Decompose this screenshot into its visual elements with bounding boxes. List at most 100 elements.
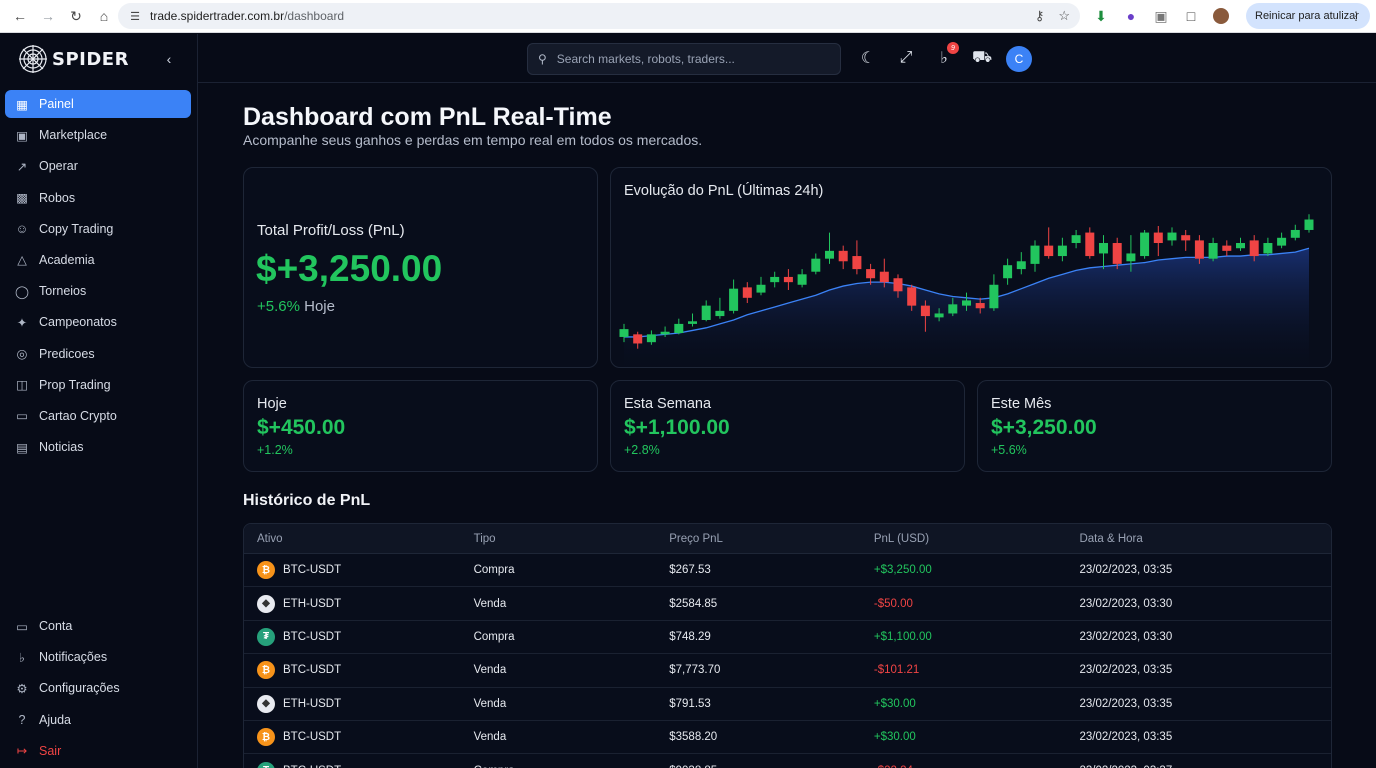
column-header[interactable]: Tipo	[461, 533, 657, 545]
password-key-icon[interactable]: ⚷	[1035, 8, 1045, 24]
sidebar-item-marketplace[interactable]: ▣ Marketplace	[5, 121, 191, 149]
sidebar-item-noticias[interactable]: ▤ Noticias	[5, 433, 191, 461]
total-pnl-card: Total Profit/Loss (PnL) $+3,250.00 +5.6%…	[243, 167, 598, 368]
candle-body-down	[975, 303, 985, 309]
table-row[interactable]: ₿ BTC-USDT Compra $267.53 +$3,250.00 23/02/20…	[244, 554, 1331, 588]
sidebar-item-ajuda[interactable]: ? Ajuda	[5, 706, 191, 734]
cell-asset: ◆ ETH-USDT	[244, 594, 461, 613]
sidebar-item-sair[interactable]: ↦ Sair	[5, 737, 191, 765]
notifications-bell-icon[interactable]: ♭ 9	[934, 42, 959, 70]
download-icon[interactable]: ⬇	[1092, 7, 1110, 25]
table-row[interactable]: ◆ ETH-USDT Venda $2584.85 -$50.00 23/02/2023,…	[244, 587, 1331, 621]
collapse-sidebar-icon[interactable]: ‹	[160, 50, 178, 68]
extensions-puzzle-icon[interactable]: □	[1182, 7, 1200, 25]
table-row[interactable]: ◆ ETH-USDT Venda $791.53 +$30.00 23/02/2023, …	[244, 688, 1331, 721]
table-row[interactable]: ₮ BTC-USDT Compra$9038.85-$22.2423/02/2023…	[244, 754, 1331, 768]
cell-price: $267.53	[669, 564, 711, 577]
site-settings-icon[interactable]: ☰	[128, 9, 142, 23]
more-menu-icon[interactable]: ⋮	[1350, 9, 1362, 23]
candle	[729, 279, 739, 314]
column-header[interactable]: Ativo	[244, 533, 461, 545]
theme-moon-icon[interactable]: ☾	[858, 46, 878, 70]
back-icon[interactable]: ←	[6, 2, 34, 30]
candle	[852, 240, 862, 275]
address-bar[interactable]: ☰ trade.spidertrader.com.br/dashboard ⚷ …	[118, 3, 1080, 29]
page-title: Dashboard com PnL Real-Time	[243, 103, 612, 131]
extension-badge-icon[interactable]: ●	[1122, 7, 1140, 25]
forward-icon[interactable]: →	[34, 2, 62, 30]
url-domain: trade.spidertrader.com.br	[150, 9, 285, 23]
update-button-label: Reinicar para atulizar	[1255, 10, 1359, 22]
asset-name: BTC-USDT	[283, 731, 342, 744]
sidebar-item-notificacoes[interactable]: ♭ Notificações	[5, 643, 191, 671]
help-icon: ?	[18, 712, 26, 727]
sidebar-item-label: Conta	[39, 619, 73, 633]
cell-date: 23/02/2023, 03:30	[1079, 597, 1173, 610]
table-row[interactable]: ₿ BTC-USDT Venda $7,773.70 -$101.21 23/02/202…	[244, 654, 1331, 688]
asset-name: ETH-USDT	[283, 697, 342, 710]
column-header[interactable]: Preço PnL	[656, 533, 861, 545]
stat-card-week: Esta Semana $+1,100.00 +2.8%	[610, 380, 965, 472]
sidebar-item-torneios[interactable]: ◯ Torneios	[5, 277, 191, 305]
sidebar-item-campeonatos[interactable]: ✦ Campeonatos	[5, 308, 191, 336]
camera-icon[interactable]: ▣	[1152, 7, 1170, 25]
sidebar-item-copy-trading[interactable]: ☺ Copy Trading	[5, 215, 191, 243]
cell-asset: ₮ BTC-USDT	[244, 761, 461, 768]
bookmark-star-icon[interactable]: ☆	[1058, 8, 1070, 24]
eth-coin-icon: ◆	[257, 594, 275, 613]
sidebar: SPIDER ‹ ▦ Painel ▣ Marketplace ↗ Operar…	[0, 34, 198, 768]
table-row[interactable]: ₿ BTC-USDT Venda $3588.20 +$30.00 23/02/2023,…	[244, 721, 1331, 755]
stat-value: $+3,250.00	[991, 416, 1097, 439]
cell-date: 23/02/2023, 03:35	[1079, 697, 1173, 710]
candle-body-up	[1057, 245, 1067, 257]
user-avatar[interactable]: C	[1006, 46, 1032, 72]
home-icon[interactable]: ⌂	[90, 2, 118, 30]
sidebar-item-operar[interactable]: ↗ Operar	[5, 152, 191, 180]
newspaper-icon: ▤	[16, 440, 28, 455]
table-row[interactable]: ₮ BTC-USDT Compra $748.29 +$1,100.00 23/02/20…	[244, 621, 1331, 655]
profile-avatar[interactable]	[1212, 7, 1230, 25]
sidebar-item-configuracoes[interactable]: ⚙ Configurações	[5, 674, 191, 702]
cell-pnl: +$1,100.00	[873, 630, 932, 643]
pnl-candlestick-chart	[619, 214, 1314, 367]
candle-body-up	[948, 304, 958, 314]
search-input[interactable]: ⚲ Search markets, robots, traders...	[527, 43, 841, 75]
candle	[1208, 237, 1218, 262]
usdt-coin-icon: ₮	[257, 627, 275, 646]
column-header[interactable]: PnL (USD)	[861, 533, 1067, 545]
asset-name: BTC-USDT	[283, 564, 342, 577]
candle	[1071, 229, 1081, 249]
stat-card-today: Hoje $+450.00 +1.2%	[243, 380, 598, 472]
candle-body-up	[1030, 245, 1040, 264]
sidebar-item-cartao-crypto[interactable]: ▭ Cartao Crypto	[5, 402, 191, 430]
sidebar-menu: ▦ Painel ▣ Marketplace ↗ Operar ▩ Robos …	[5, 90, 191, 464]
candle-body-up	[619, 329, 629, 337]
candle-body-up	[1140, 232, 1150, 257]
sidebar-item-prop-trading[interactable]: ◫ Prop Trading	[5, 371, 191, 399]
reload-icon[interactable]: ↻	[62, 2, 90, 30]
candle-body-down	[1181, 235, 1191, 241]
stat-change: +1.2%	[257, 443, 293, 457]
candle-body-up	[715, 310, 725, 317]
candle-body-down	[1153, 232, 1163, 244]
fullscreen-icon[interactable]: ⤢	[896, 46, 916, 70]
sidebar-item-robos[interactable]: ▩ Robos	[5, 184, 191, 212]
asset-name: ETH-USDT	[283, 597, 342, 610]
candle	[674, 318, 684, 335]
stat-change: +2.8%	[624, 443, 660, 457]
cart-icon[interactable]: ⛟	[972, 46, 992, 70]
sidebar-item-predicoes[interactable]: ◎ Predicoes	[5, 340, 191, 368]
award-icon: ✦	[16, 315, 28, 330]
top-bar: ⚲ Search markets, robots, traders... ☾ ⤢…	[198, 34, 1376, 83]
sidebar-item-label: Prop Trading	[39, 377, 111, 392]
sidebar-item-academia[interactable]: △ Academia	[5, 246, 191, 274]
sidebar-item-painel[interactable]: ▦ Painel	[5, 90, 191, 118]
brand-logo[interactable]: SPIDER	[18, 43, 129, 75]
candle	[715, 297, 725, 319]
stat-value: $+1,100.00	[624, 416, 730, 439]
usdt-coin-icon: ₮	[257, 761, 275, 768]
restart-update-button[interactable]: Reinicar para atulizar ⋮	[1246, 3, 1370, 29]
sidebar-item-conta[interactable]: ▭ Conta	[5, 612, 191, 640]
sidebar-item-label: Copy Trading	[39, 221, 114, 236]
column-header[interactable]: Data & Hora	[1066, 533, 1331, 545]
